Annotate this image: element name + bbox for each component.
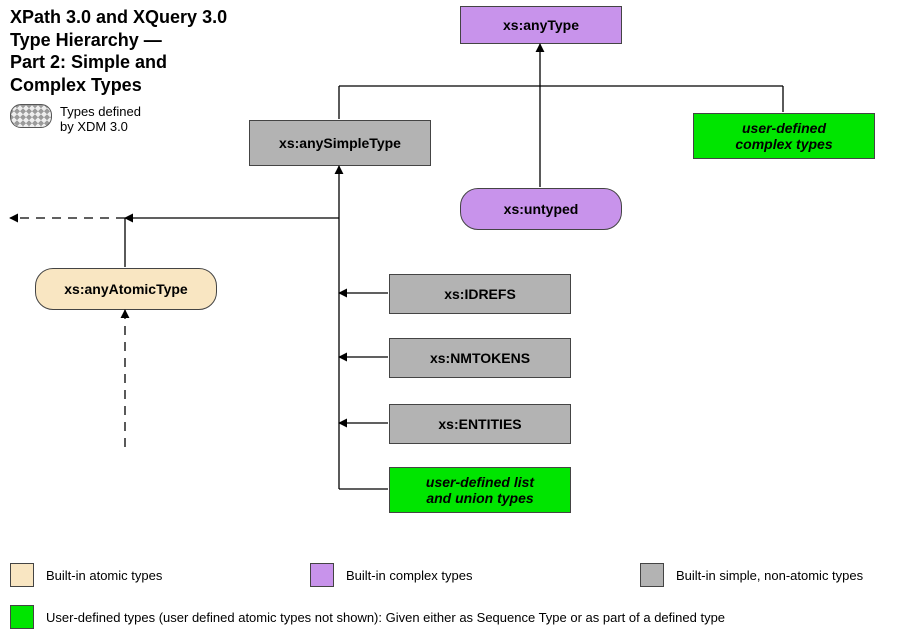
legend-user-label: User-defined types (user defined atomic … xyxy=(46,610,725,625)
swatch-atomic xyxy=(10,563,34,587)
legend-complex-label: Built-in complex types xyxy=(346,568,472,583)
node-anyType: xs:anyType xyxy=(460,6,622,44)
xdm-swatch-icon xyxy=(10,104,52,128)
xdm-legend-label: Types defined by XDM 3.0 xyxy=(60,104,141,134)
title-line-2: Type Hierarchy — xyxy=(10,29,227,52)
title-line-4: Complex Types xyxy=(10,74,227,97)
legend-user: User-defined types (user defined atomic … xyxy=(10,605,900,629)
node-user-defined-list-union: user-defined list and union types xyxy=(389,467,571,513)
legend-simple: Built-in simple, non-atomic types xyxy=(640,563,863,587)
legend-atomic-label: Built-in atomic types xyxy=(46,568,162,583)
node-entities: xs:ENTITIES xyxy=(389,404,571,444)
title-line-3: Part 2: Simple and xyxy=(10,51,227,74)
node-anySimpleType: xs:anySimpleType xyxy=(249,120,431,166)
title-line-1: XPath 3.0 and XQuery 3.0 xyxy=(10,6,227,29)
legend-atomic: Built-in atomic types xyxy=(10,563,162,587)
node-user-defined-complex: user-defined complex types xyxy=(693,113,875,159)
legend-complex: Built-in complex types xyxy=(310,563,472,587)
node-idrefs: xs:IDREFS xyxy=(389,274,571,314)
swatch-simple xyxy=(640,563,664,587)
legend-simple-label: Built-in simple, non-atomic types xyxy=(676,568,863,583)
diagram-title: XPath 3.0 and XQuery 3.0 Type Hierarchy … xyxy=(10,6,227,96)
swatch-complex xyxy=(310,563,334,587)
connector-lines xyxy=(0,0,912,640)
xdm-legend: Types defined by XDM 3.0 xyxy=(10,104,141,134)
node-untyped: xs:untyped xyxy=(460,188,622,230)
swatch-user xyxy=(10,605,34,629)
node-anyAtomicType: xs:anyAtomicType xyxy=(35,268,217,310)
node-nmtokens: xs:NMTOKENS xyxy=(389,338,571,378)
